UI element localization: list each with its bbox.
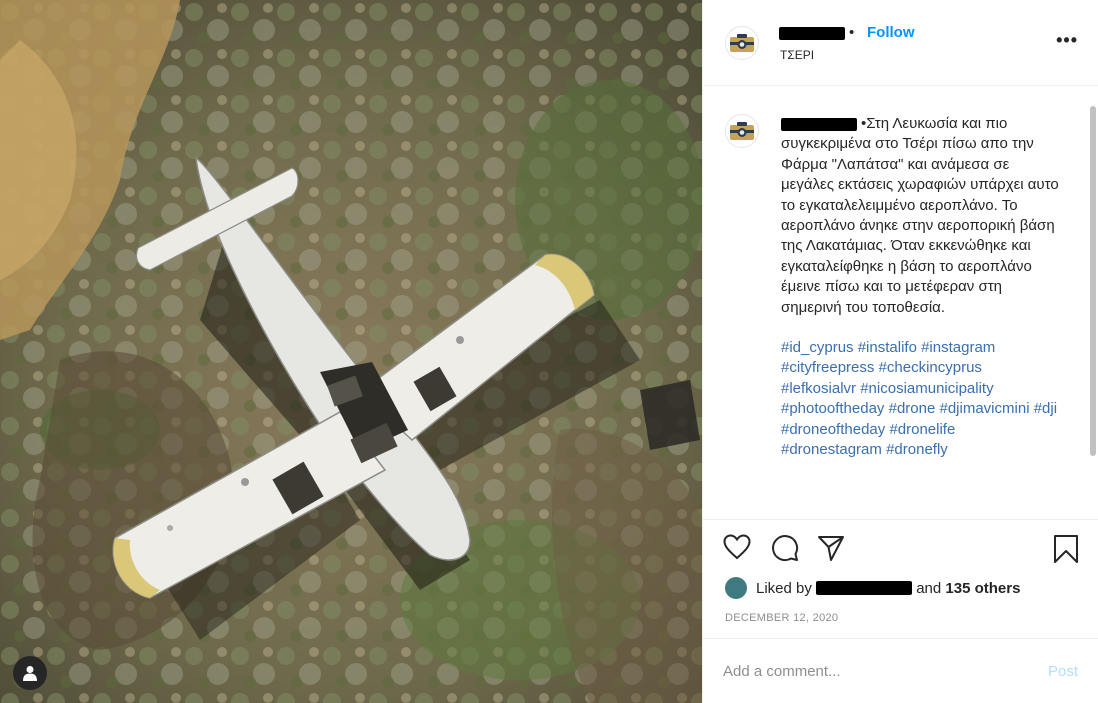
paper-plane-icon — [818, 536, 844, 561]
hashtag-link[interactable]: #cityfreepress — [781, 359, 874, 376]
hashtag-link[interactable]: #photooftheday — [781, 400, 884, 417]
avatar[interactable] — [725, 114, 759, 148]
hashtag-link[interactable]: #djimavicmini — [940, 400, 1030, 417]
caption-scrollbar[interactable] — [1090, 106, 1096, 456]
hashtag-link[interactable]: #checkincyprus — [879, 359, 982, 376]
camera-avatar-icon — [730, 122, 754, 140]
like-button[interactable] — [723, 534, 751, 565]
hashtag-link[interactable]: #instagram — [921, 339, 995, 356]
hashtag-link[interactable]: #lefkosialvr — [781, 380, 856, 397]
post-side-panel: • Follow ΤΣΕΡΙ ••• •Στη Λευκωσία και πιο… — [702, 0, 1098, 703]
share-button[interactable] — [817, 534, 845, 567]
hashtag-link[interactable]: #id_cyprus — [781, 339, 854, 356]
hashtag-list: #id_cyprus #instalifo #instagram #cityfr… — [781, 338, 1059, 460]
hashtag-link[interactable]: #dronefly — [886, 441, 948, 458]
and-label: and — [916, 579, 942, 597]
separator-dot: • — [849, 24, 855, 41]
avatar[interactable] — [725, 26, 759, 60]
hashtag-link[interactable]: #dji — [1034, 400, 1057, 417]
hashtag-link[interactable]: #dronelife — [889, 421, 955, 438]
comment-icon — [772, 535, 799, 562]
hashtag-link[interactable]: #dronestagram — [781, 441, 882, 458]
post-caption: •Στη Λευκωσία και πιο συγκεκριμένα στο Τ… — [781, 114, 1059, 461]
post-date[interactable]: DECEMBER 12, 2020 — [725, 612, 838, 624]
username-redacted[interactable] — [781, 117, 857, 131]
likes-summary: Liked by and 135 others — [725, 576, 1020, 600]
comment-input[interactable] — [723, 659, 1023, 683]
username-redacted[interactable] — [779, 24, 845, 41]
liker-avatar[interactable] — [725, 577, 747, 599]
hashtag-link[interactable]: #instalifo — [858, 339, 917, 356]
post-photo[interactable] — [0, 0, 702, 703]
user-tag-button[interactable] — [13, 656, 47, 690]
bookmark-icon — [1054, 535, 1078, 563]
save-button[interactable] — [1053, 534, 1079, 569]
comment-button[interactable] — [771, 534, 799, 567]
user-tag-icon — [23, 666, 37, 681]
liked-by-label: Liked by — [756, 579, 812, 597]
hashtag-link[interactable]: #droneoftheday — [781, 421, 885, 438]
abandoned-airplane-image — [0, 0, 702, 703]
post-comment-button[interactable]: Post — [1048, 663, 1078, 680]
action-bar — [703, 530, 1098, 570]
others-count-link[interactable]: 135 others — [945, 580, 1020, 597]
add-comment-bar: Post — [703, 638, 1098, 703]
caption-section[interactable]: •Στη Λευκωσία και πιο συγκεκριμένα στο Τ… — [703, 86, 1098, 520]
username-redacted[interactable] — [816, 581, 913, 595]
camera-avatar-icon — [730, 34, 754, 52]
caption-text: •Στη Λευκωσία και πιο συγκεκριμένα στο Τ… — [781, 115, 1063, 316]
follow-button[interactable]: Follow — [867, 24, 915, 41]
hashtag-link[interactable]: #drone — [889, 400, 936, 417]
heart-icon — [723, 534, 751, 560]
more-options-button[interactable]: ••• — [1056, 30, 1078, 51]
post-header: • Follow ΤΣΕΡΙ ••• — [703, 0, 1098, 86]
hashtag-link[interactable]: #nicosiamunicipality — [860, 380, 993, 397]
location-link[interactable]: ΤΣΕΡΙ — [780, 48, 814, 62]
